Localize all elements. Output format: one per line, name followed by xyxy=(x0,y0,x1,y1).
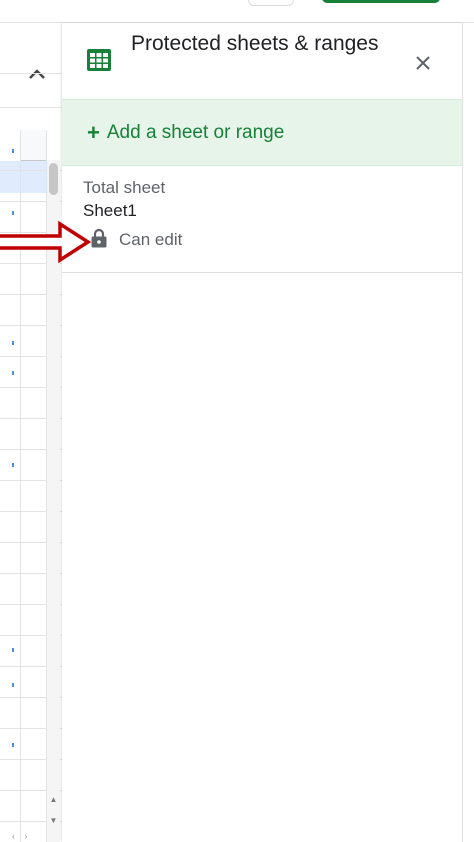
range-sheet-name: Sheet1 xyxy=(83,201,137,220)
column-header-cell[interactable] xyxy=(20,130,46,161)
cell-content-fragment xyxy=(12,683,14,687)
add-sheet-or-range-button[interactable]: + Add a sheet or range xyxy=(62,99,462,166)
cell-content-fragment xyxy=(12,149,14,153)
cell-content-fragment xyxy=(12,743,14,747)
share-button[interactable] xyxy=(322,0,440,3)
collapse-toolbar-button[interactable] xyxy=(22,59,52,89)
panel-header: Protected sheets & ranges xyxy=(62,23,462,99)
cell-content-fragment xyxy=(12,463,14,467)
cell-content-fragment xyxy=(12,341,14,345)
scroll-down-arrow-icon[interactable]: ▼ xyxy=(49,816,58,826)
red-arrow-icon xyxy=(0,220,92,264)
plus-icon: + xyxy=(87,119,100,145)
close-button[interactable] xyxy=(406,46,440,80)
protected-ranges-panel: Protected sheets & ranges + Add a sheet … xyxy=(62,23,463,842)
range-description: Total sheet xyxy=(83,178,166,197)
cell-content-fragment xyxy=(12,211,14,215)
chevron-up-icon xyxy=(29,69,45,79)
scrollbar-thumb[interactable] xyxy=(49,163,58,195)
selected-cell[interactable] xyxy=(0,161,47,193)
permission-label: Can edit xyxy=(119,230,183,249)
scroll-right-arrow-icon[interactable]: › xyxy=(25,832,28,842)
close-icon xyxy=(416,56,430,70)
sheets-icon xyxy=(87,49,111,71)
grid-line xyxy=(0,107,62,108)
scroll-left-arrow-icon[interactable]: ‹ xyxy=(12,832,15,842)
grid-line xyxy=(0,73,62,74)
panel-title: Protected sheets & ranges xyxy=(131,32,379,55)
add-sheet-or-range-label: Add a sheet or range xyxy=(106,121,285,143)
cell-content-fragment xyxy=(12,371,14,375)
cell-content-fragment xyxy=(12,648,14,652)
scroll-up-arrow-icon[interactable]: ▲ xyxy=(49,795,58,805)
lock-icon xyxy=(91,228,107,248)
app-window: ▲ ▼ ‹ › Protected sheets & ranges + Add … xyxy=(0,0,474,842)
spreadsheet-grid[interactable]: ▲ ▼ xyxy=(0,23,62,842)
protected-range-item[interactable]: Total sheet Sheet1 Can edit xyxy=(62,165,462,273)
toolbar-button[interactable] xyxy=(248,0,294,6)
